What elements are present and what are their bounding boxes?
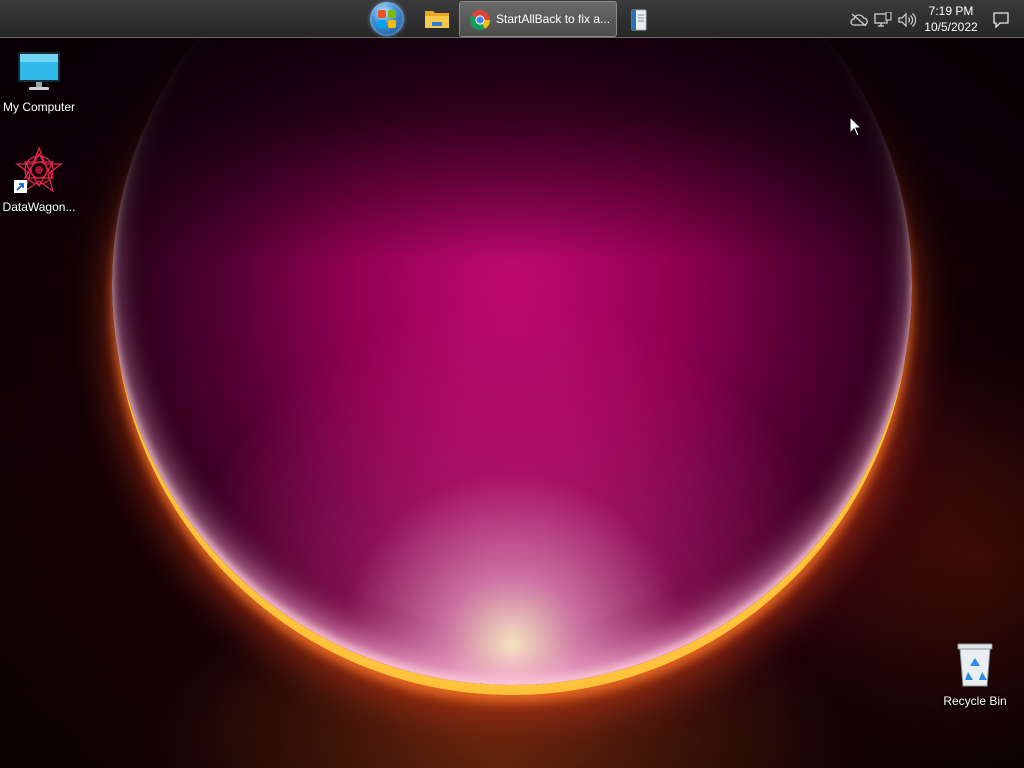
shortcut-arrow-icon	[14, 180, 27, 193]
chrome-icon	[469, 10, 491, 31]
taskbar-notebook-button[interactable]	[624, 0, 654, 38]
monitor-icon	[18, 52, 60, 90]
taskbar-window-title: StartAllBack to fix a...	[496, 12, 611, 26]
windows-start-orb-icon	[370, 2, 404, 36]
mouse-cursor-icon	[849, 116, 863, 137]
volume-icon[interactable]	[898, 12, 916, 28]
taskbar-chrome-window-button[interactable]: StartAllBack to fix a...	[459, 1, 617, 37]
desktop-icon-datawagon[interactable]: DataWagon...	[0, 146, 78, 216]
notification-icon[interactable]	[992, 11, 1010, 29]
desktop-icon-my-computer[interactable]: My Computer	[0, 48, 78, 118]
cloud-offline-icon[interactable]	[850, 13, 868, 27]
taskbar-file-explorer-button[interactable]	[418, 0, 456, 38]
clock-date: 10/5/2022	[924, 20, 978, 34]
clock-time: 7:19 PM	[928, 4, 974, 18]
tray-clock[interactable]: 7:19 PM 10/5/2022	[920, 3, 982, 35]
wallpaper-shade	[0, 0, 1024, 260]
recycle-bin-icon	[957, 643, 993, 687]
start-button[interactable]	[366, 0, 408, 38]
desktop-icon-recycle-bin[interactable]: Recycle Bin	[936, 642, 1014, 712]
taskbar: StartAllBack to fix a... 7:19 PM 10/5/20…	[0, 0, 1024, 38]
notebook-icon	[631, 9, 647, 31]
wallpaper	[0, 0, 1024, 768]
folder-icon	[425, 11, 449, 28]
network-icon[interactable]	[874, 12, 892, 28]
desktop-icon-label: DataWagon...	[2, 200, 76, 214]
desktop-icon-label: Recycle Bin	[943, 694, 1007, 708]
wallpaper-vignette	[0, 0, 1024, 768]
desktop-icon-label: My Computer	[2, 100, 76, 114]
wallpaper-orb	[112, 0, 912, 685]
desktop[interactable]: My Computer DataWagon... Recycle Bin	[0, 0, 1024, 768]
